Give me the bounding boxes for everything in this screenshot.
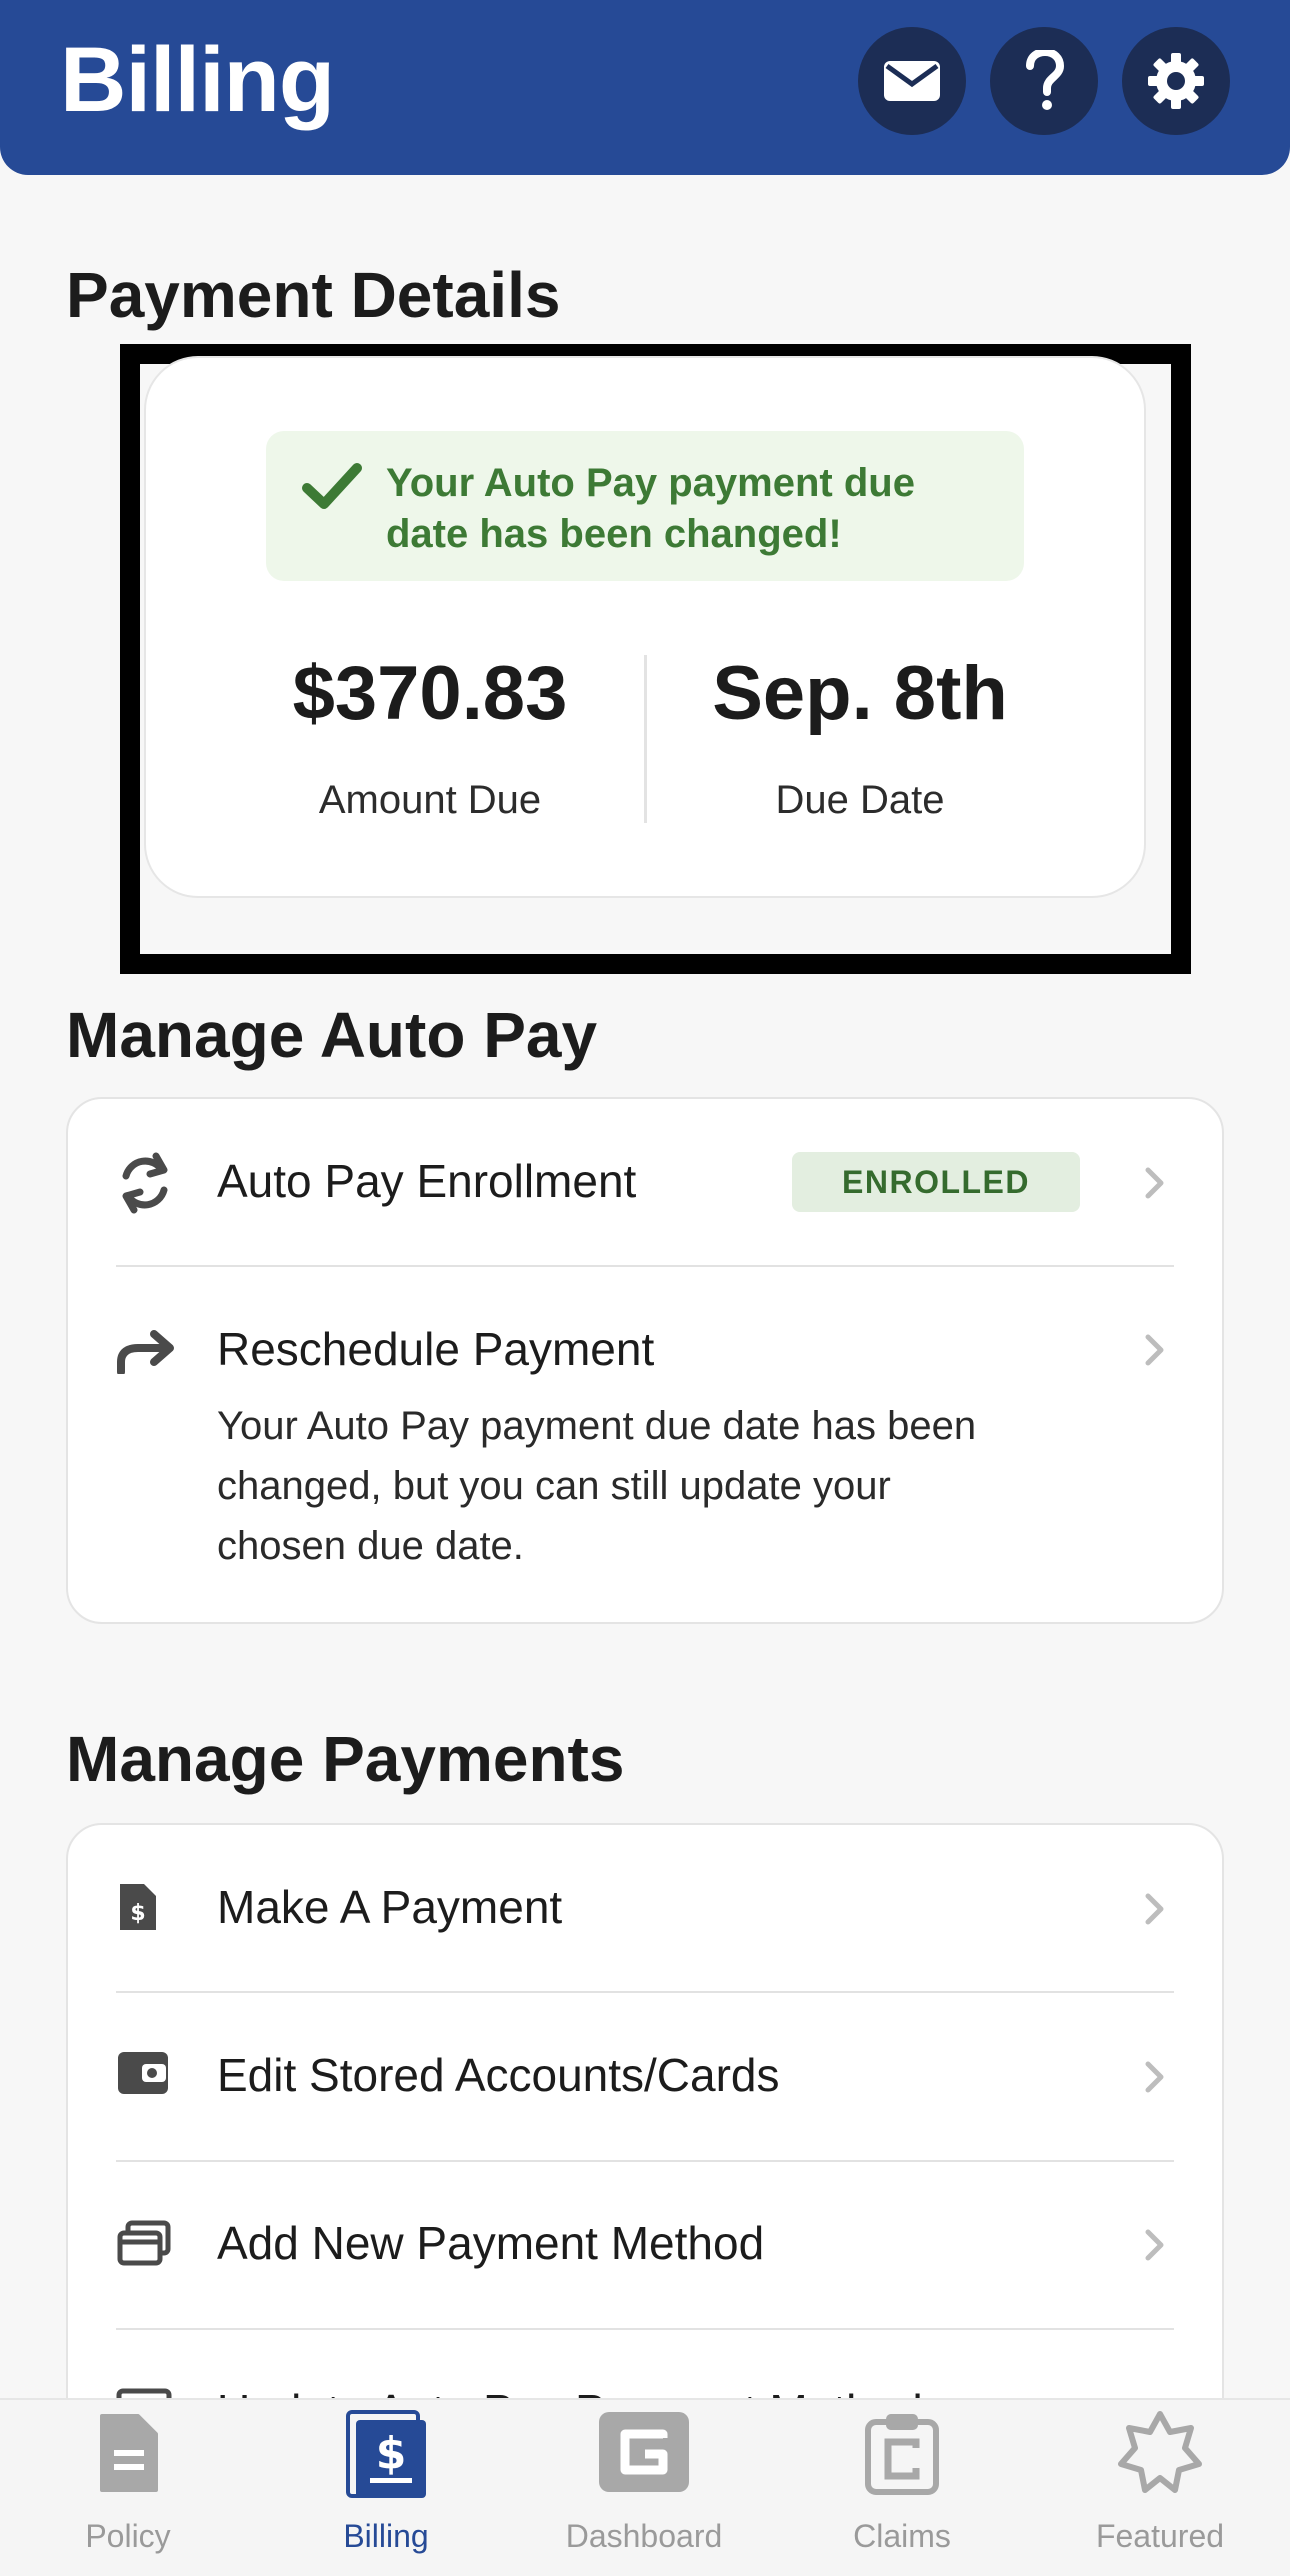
app-header: Billing [0, 0, 1290, 175]
svg-text:$: $ [130, 1901, 145, 1926]
nav-featured[interactable]: Featured [1050, 2410, 1270, 2570]
settings-button[interactable] [1122, 27, 1230, 135]
nav-billing[interactable]: $ Billing [276, 2410, 496, 2570]
mail-button[interactable] [858, 27, 966, 135]
manage-auto-pay-title: Manage Auto Pay [66, 999, 598, 1071]
help-icon [1026, 50, 1064, 110]
chevron-right-icon [1145, 1893, 1164, 1925]
nav-dashboard[interactable]: Dashboard [534, 2410, 754, 2570]
summary-divider [644, 655, 647, 823]
mail-icon [884, 61, 940, 101]
chevron-right-icon [1145, 2229, 1164, 2261]
nav-policy[interactable]: Policy [18, 2410, 238, 2570]
nav-claims-label: Claims [853, 2518, 951, 2554]
forward-arrow-icon [117, 1330, 174, 1374]
dashboard-icon [599, 2412, 689, 2492]
due-date-label: Due Date [775, 778, 945, 822]
nav-billing-label: Billing [343, 2518, 429, 2554]
make-payment-label: Make A Payment [217, 1881, 563, 1933]
settings-icon [1148, 53, 1204, 109]
billing-icon: $ [346, 2410, 426, 2498]
nav-claims[interactable]: Claims [792, 2410, 1012, 2570]
cards-icon [117, 2220, 171, 2266]
page-title: Billing [60, 29, 335, 131]
add-payment-method-label: Add New Payment Method [217, 2217, 765, 2269]
reschedule-payment-label: Reschedule Payment [217, 1323, 655, 1375]
edit-stored-accounts-label: Edit Stored Accounts/Cards [217, 2049, 780, 2101]
nav-policy-label: Policy [85, 2518, 171, 2554]
success-message: Your Auto Pay payment due date has been … [386, 461, 915, 556]
chevron-right-icon [1145, 1167, 1164, 1199]
payment-doc-icon: $ [120, 1884, 156, 1930]
amount-due-value: $370.83 [292, 651, 568, 736]
svg-text:$: $ [376, 2428, 407, 2479]
auto-pay-enrollment-label: Auto Pay Enrollment [217, 1155, 637, 1207]
amount-due-label: Amount Due [318, 778, 542, 822]
row-divider [116, 1265, 1174, 1267]
nav-dashboard-label: Dashboard [565, 2518, 723, 2554]
refresh-icon [122, 1152, 168, 1214]
featured-icon [1118, 2411, 1202, 2493]
checkmark-icon [302, 463, 362, 509]
reschedule-description: Your Auto Pay payment due date has been … [217, 1404, 977, 1568]
payment-details-title: Payment Details [66, 259, 561, 331]
enrolled-badge: ENROLLED [792, 1152, 1080, 1212]
row-divider [116, 2328, 1174, 2330]
nav-featured-label: Featured [1095, 2518, 1225, 2554]
policy-icon [100, 2414, 158, 2492]
row-divider [116, 2160, 1174, 2162]
wallet-icon [118, 2052, 168, 2094]
claims-icon [865, 2414, 939, 2495]
due-date-value: Sep. 8th [712, 651, 1008, 736]
chevron-right-icon [1145, 1334, 1164, 1366]
manage-payments-title: Manage Payments [66, 1723, 625, 1795]
chevron-right-icon [1145, 2061, 1164, 2093]
help-button[interactable] [990, 27, 1098, 135]
row-divider [116, 1991, 1174, 1993]
